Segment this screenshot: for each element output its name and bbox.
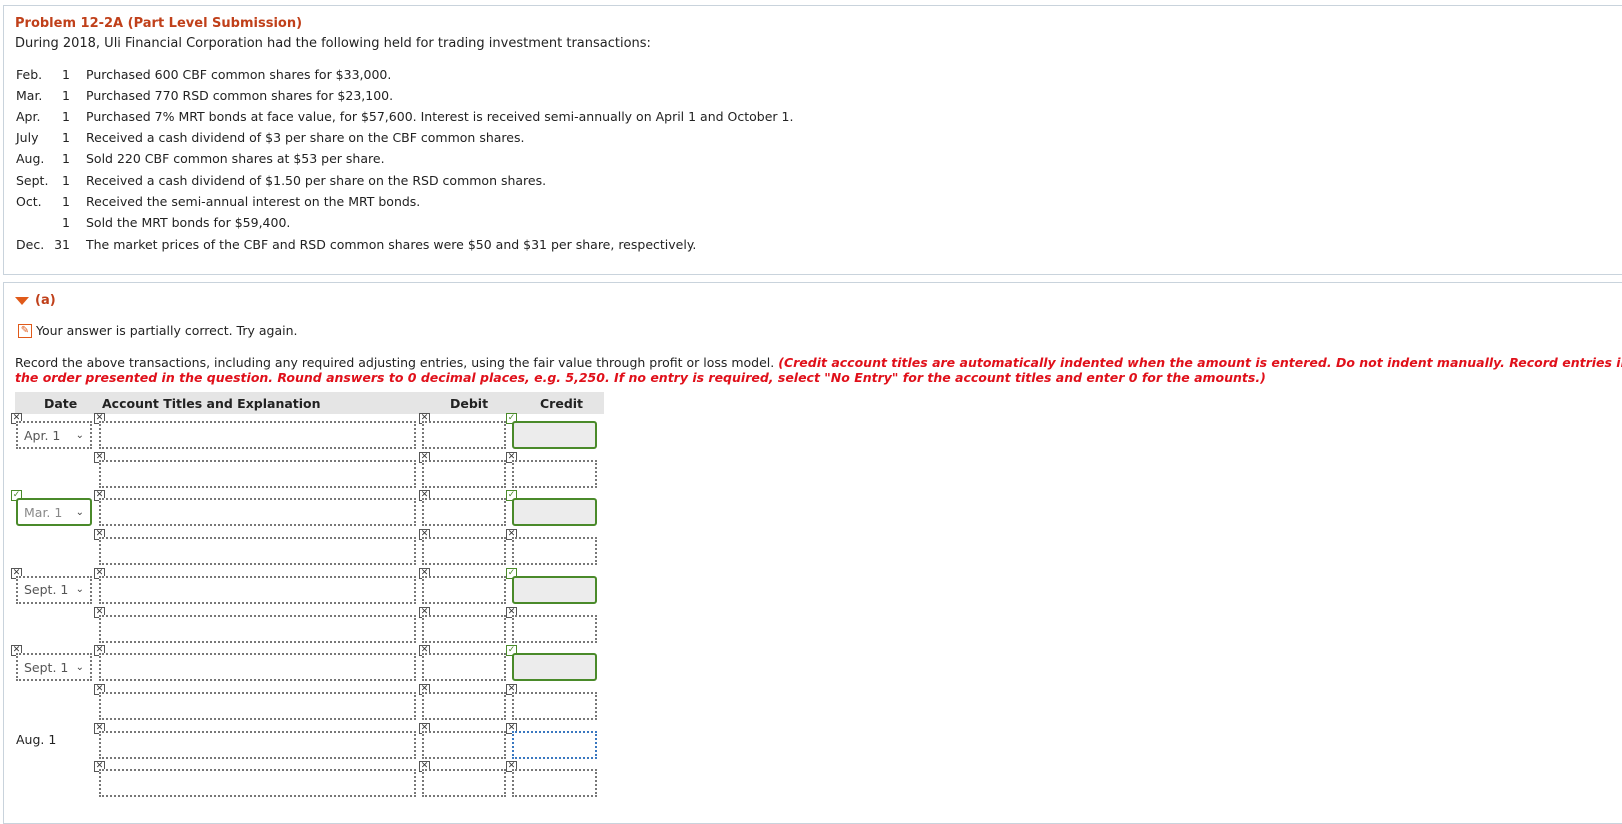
date-select-value: Apr. 1 — [24, 427, 61, 443]
account-title-input[interactable] — [99, 730, 416, 759]
problem-panel: Problem 12-2A (Part Level Submission) Du… — [3, 5, 1622, 275]
transaction-desc: Purchased 600 CBF common shares for $33,… — [86, 67, 392, 82]
transaction-month: Mar. — [16, 88, 43, 103]
header-account: Account Titles and Explanation — [102, 396, 321, 411]
date-select[interactable]: Apr. 1 ⌄ — [16, 421, 92, 449]
header-credit: Credit — [540, 396, 584, 411]
credit-input[interactable] — [512, 498, 597, 527]
date-select-value: Mar. 1 — [24, 504, 63, 520]
credit-input[interactable] — [512, 653, 597, 682]
transaction-desc: Received a cash dividend of $1.50 per sh… — [86, 173, 547, 188]
chevron-down-icon: ⌄ — [75, 584, 84, 596]
credit-input[interactable] — [512, 691, 597, 720]
credit-input[interactable] — [512, 421, 597, 449]
credit-input[interactable] — [512, 537, 597, 566]
transaction-month: Oct. — [16, 194, 42, 209]
transaction-day: 1 — [62, 130, 70, 145]
transaction-day: 31 — [54, 237, 70, 252]
transaction-month: Aug. — [16, 151, 45, 166]
account-title-input[interactable] — [99, 575, 416, 604]
instruction-plain: Record the above transactions, including… — [15, 355, 779, 370]
debit-input[interactable] — [422, 537, 506, 566]
transaction-month: July — [16, 130, 39, 145]
transaction-desc: Received the semi-annual interest on the… — [86, 194, 421, 209]
feedback-message: ✎ Your answer is partially correct. Try … — [18, 323, 297, 338]
instructions: Record the above transactions, including… — [15, 355, 1622, 385]
transaction-day: 1 — [62, 109, 70, 124]
entry-date: Aug. 1 — [16, 731, 57, 747]
transaction-desc: Sold 220 CBF common shares at $53 per sh… — [86, 151, 385, 166]
debit-input[interactable] — [422, 614, 506, 643]
account-title-input[interactable] — [99, 421, 416, 449]
account-title-input[interactable] — [99, 769, 416, 798]
credit-input[interactable] — [512, 730, 597, 759]
debit-input[interactable] — [422, 730, 506, 759]
debit-input[interactable] — [422, 421, 506, 449]
transaction-day: 1 — [62, 67, 70, 82]
account-title-input[interactable] — [99, 498, 416, 527]
debit-input[interactable] — [422, 653, 506, 682]
date-select-value: Sept. 1 — [24, 659, 69, 675]
transaction-day: 1 — [62, 151, 70, 166]
transaction-desc: Purchased 770 RSD common shares for $23,… — [86, 88, 394, 103]
date-select[interactable]: Sept. 1 ⌄ — [16, 575, 92, 604]
transaction-day: 1 — [62, 173, 70, 188]
chevron-down-icon: ⌄ — [75, 661, 84, 673]
debit-input[interactable] — [422, 691, 506, 720]
transaction-desc: Purchased 7% MRT bonds at face value, fo… — [86, 109, 794, 124]
transaction-desc: The market prices of the CBF and RSD com… — [86, 237, 697, 252]
credit-input[interactable] — [512, 614, 597, 643]
part-a-label: (a) — [35, 293, 56, 308]
part-a-toggle[interactable]: (a) — [15, 293, 56, 308]
collapse-triangle-icon — [15, 296, 29, 305]
credit-input[interactable] — [512, 769, 597, 798]
journal-table-header: Date Account Titles and Explanation Debi… — [15, 392, 604, 414]
problem-intro: During 2018, Uli Financial Corporation h… — [15, 36, 651, 51]
account-title-input[interactable] — [99, 691, 416, 720]
chevron-down-icon: ⌄ — [75, 429, 84, 441]
header-date: Date — [44, 396, 78, 411]
date-select[interactable]: Sept. 1 ⌄ — [16, 653, 92, 682]
account-title-input[interactable] — [99, 537, 416, 566]
header-debit: Debit — [450, 396, 489, 411]
date-select-value: Sept. 1 — [24, 582, 69, 598]
credit-input[interactable] — [512, 459, 597, 488]
account-title-input[interactable] — [99, 614, 416, 643]
chevron-down-icon: ⌄ — [75, 506, 84, 518]
debit-input[interactable] — [422, 575, 506, 604]
debit-input[interactable] — [422, 498, 506, 527]
edit-icon: ✎ — [18, 323, 32, 338]
debit-input[interactable] — [422, 459, 506, 488]
transaction-day: 1 — [62, 194, 70, 209]
feedback-text: Your answer is partially correct. Try ag… — [36, 323, 298, 338]
date-select[interactable]: Mar. 1 ⌄ — [16, 498, 92, 527]
transaction-month: Dec. — [16, 237, 45, 252]
part-a-panel: (a) ✎ Your answer is partially correct. … — [3, 282, 1622, 824]
problem-title: Problem 12-2A (Part Level Submission) — [15, 16, 303, 31]
account-title-input[interactable] — [99, 653, 416, 682]
transaction-month: Feb. — [16, 67, 43, 82]
transaction-day: 1 — [62, 88, 70, 103]
debit-input[interactable] — [422, 769, 506, 798]
transaction-month: Sept. — [16, 173, 49, 188]
transaction-day: 1 — [62, 215, 70, 230]
transaction-month: Apr. — [16, 109, 41, 124]
account-title-input[interactable] — [99, 459, 416, 488]
credit-input[interactable] — [512, 575, 597, 604]
transaction-desc: Received a cash dividend of $3 per share… — [86, 130, 525, 145]
transaction-desc: Sold the MRT bonds for $59,400. — [86, 215, 291, 230]
